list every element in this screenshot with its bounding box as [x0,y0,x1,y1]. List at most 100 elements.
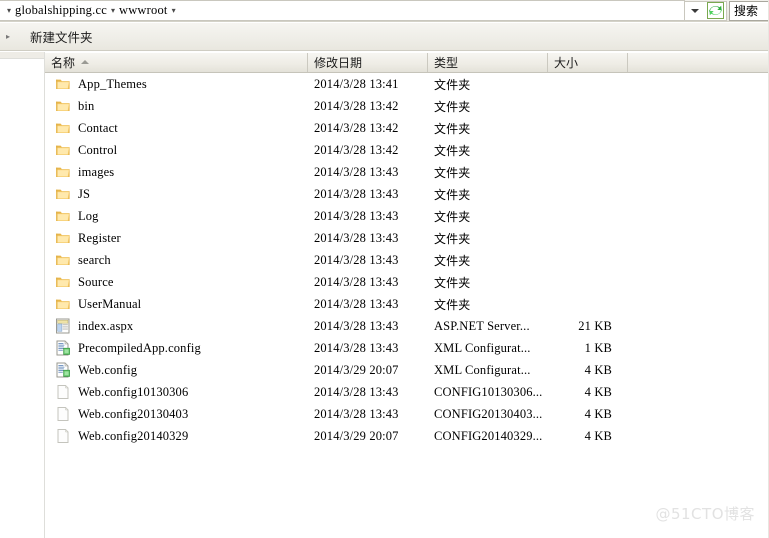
file-size-cell [548,249,628,271]
column-header-date-label: 修改日期 [314,56,363,70]
file-date-cell: 2014/3/28 13:43 [308,293,428,315]
file-size-label: 4 KB [584,428,612,443]
file-name-cell[interactable]: bin [45,95,308,117]
column-header-extra[interactable] [628,53,769,72]
file-size-cell [548,73,628,95]
file-name-cell[interactable]: Web.config20130403 [45,403,308,425]
file-date-label: 2014/3/28 13:43 [314,318,399,333]
file-name-label: Web.config20140329 [78,428,189,443]
file-name-cell[interactable]: App_Themes [45,73,308,95]
search-placeholder: 搜索 [734,4,759,18]
file-name-label: Web.config20130403 [78,406,189,421]
file-size-cell [548,183,628,205]
table-row[interactable]: JS 2014/3/28 13:43 文件夹 [45,183,769,205]
file-date-label: 2014/3/29 20:07 [314,362,399,377]
table-row[interactable]: Web.config20130403 2014/3/28 13:43 CONFIG2… [45,403,769,425]
file-name-cell[interactable]: Source [45,271,308,293]
folder-icon [55,208,71,224]
table-row[interactable]: Control 2014/3/28 13:42 文件夹 [45,139,769,161]
file-size-label: 4 KB [584,362,612,377]
file-size-cell: 4 KB [548,359,628,381]
file-name-label: UserManual [78,296,142,311]
file-name-cell[interactable]: Web.config [45,359,308,381]
column-header-type[interactable]: 类型 [428,53,548,72]
toolbar-overflow-chevron-icon[interactable]: ▸ [0,23,16,50]
table-row[interactable]: Source 2014/3/28 13:43 文件夹 [45,271,769,293]
file-name-cell[interactable]: PrecompiledApp.config [45,337,308,359]
file-name-cell[interactable]: Contact [45,117,308,139]
file-type-cell: CONFIG10130306... [428,381,548,403]
table-row[interactable]: Web.config10130306 2014/3/28 13:43 CONFIG1… [45,381,769,403]
file-name-cell[interactable]: UserManual [45,293,308,315]
file-type-cell: CONFIG20140329... [428,425,548,447]
file-type-cell: ASP.NET Server... [428,315,548,337]
table-row[interactable]: Register 2014/3/28 13:43 文件夹 [45,227,769,249]
file-type-label: 文件夹 [434,209,471,224]
table-row[interactable]: Contact 2014/3/28 13:42 文件夹 [45,117,769,139]
table-row[interactable]: Web.config20140329 2014/3/29 20:07 CONFIG2… [45,425,769,447]
file-type-cell: 文件夹 [428,227,548,249]
file-type-cell: 文件夹 [428,249,548,271]
refresh-button[interactable] [705,0,727,21]
table-row[interactable]: index.aspx 2014/3/28 13:43 ASP.NET Server.… [45,315,769,337]
file-name-cell[interactable]: Log [45,205,308,227]
file-date-cell: 2014/3/28 13:43 [308,205,428,227]
table-row[interactable]: PrecompiledApp.config 2014/3/28 13:43 XML … [45,337,769,359]
chevron-right-icon[interactable]: ▾ [107,6,119,15]
file-name-cell[interactable]: Register [45,227,308,249]
column-header-date-modified[interactable]: 修改日期 [308,53,428,72]
file-name-cell[interactable]: images [45,161,308,183]
file-name-cell[interactable]: Web.config10130306 [45,381,308,403]
file-type-label: 文件夹 [434,187,471,202]
file-type-cell: 文件夹 [428,293,548,315]
file-name-label: search [78,252,111,267]
file-date-label: 2014/3/28 13:43 [314,164,399,179]
breadcrumb-item-site[interactable]: globalshipping.cc [15,3,107,18]
file-size-label: 1 KB [584,340,612,355]
file-name-label: Log [78,208,99,223]
address-history-dropdown[interactable] [685,0,705,21]
file-type-label: 文件夹 [434,275,471,290]
command-toolbar: ▸ 新建文件夹 [0,23,769,51]
file-date-cell: 2014/3/28 13:41 [308,73,428,95]
file-name-cell[interactable]: JS [45,183,308,205]
file-date-cell: 2014/3/28 13:42 [308,95,428,117]
table-row[interactable]: images 2014/3/28 13:43 文件夹 [45,161,769,183]
file-date-label: 2014/3/29 20:07 [314,428,399,443]
file-name-cell[interactable]: search [45,249,308,271]
file-size-cell: 1 KB [548,337,628,359]
chevron-down-icon [691,8,699,13]
file-type-label: ASP.NET Server... [434,318,530,333]
file-type-cell: 文件夹 [428,73,548,95]
table-row[interactable]: Log 2014/3/28 13:43 文件夹 [45,205,769,227]
breadcrumb-item-wwwroot[interactable]: wwwroot [119,3,168,18]
file-date-label: 2014/3/28 13:43 [314,406,399,421]
table-row[interactable]: search 2014/3/28 13:43 文件夹 [45,249,769,271]
table-row[interactable]: App_Themes 2014/3/28 13:41 文件夹 [45,73,769,95]
chevron-right-icon-2[interactable]: ▾ [168,6,180,15]
folder-icon [55,230,71,246]
file-date-cell: 2014/3/28 13:42 [308,117,428,139]
navigation-pane-header [0,52,44,59]
search-input[interactable]: 搜索 [729,0,769,21]
file-date-cell: 2014/3/29 20:07 [308,425,428,447]
new-folder-button[interactable]: 新建文件夹 [22,24,101,49]
column-header-size[interactable]: 大小 [548,53,628,72]
table-row[interactable]: Web.config 2014/3/29 20:07 XML Configurat.… [45,359,769,381]
table-row[interactable]: bin 2014/3/28 13:42 文件夹 [45,95,769,117]
table-row[interactable]: UserManual 2014/3/28 13:43 文件夹 [45,293,769,315]
column-header-name[interactable]: 名称 [45,53,308,72]
file-name-cell[interactable]: index.aspx [45,315,308,337]
breadcrumb[interactable]: ▾ globalshipping.cc ▾ wwwroot ▾ [0,0,685,21]
folder-icon [55,252,71,268]
column-header-type-label: 类型 [434,56,459,70]
file-name-label: Contact [78,120,118,135]
file-name-cell[interactable]: Control [45,139,308,161]
blank-file-icon [55,406,71,422]
file-size-cell: 21 KB [548,315,628,337]
file-name-label: Web.config [78,362,138,377]
navigation-pane[interactable] [0,52,45,538]
file-size-cell [548,139,628,161]
file-name-cell[interactable]: Web.config20140329 [45,425,308,447]
watermark: @51CTO博客 [655,505,755,523]
